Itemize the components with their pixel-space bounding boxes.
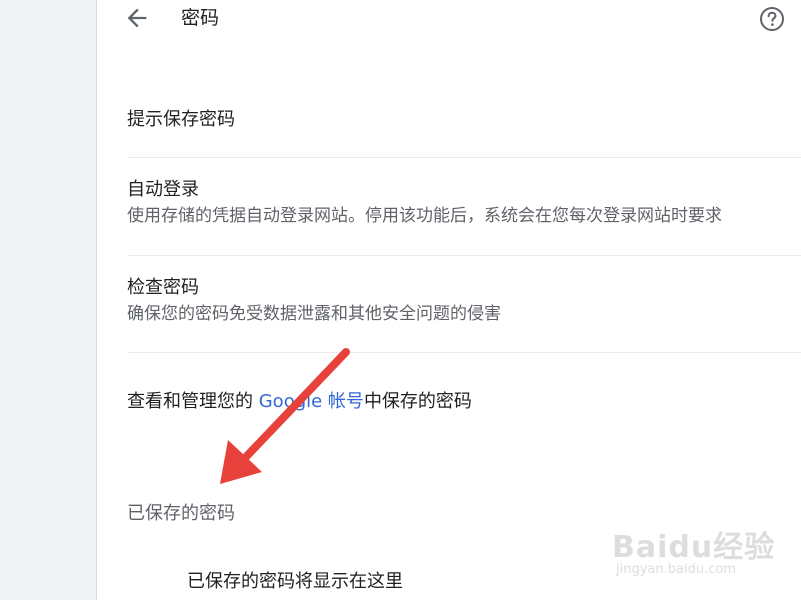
auto-signin-title: 自动登录 [127,179,199,200]
baidu-watermark: Baidu经验 jingyan.baidu.com [612,514,776,584]
manage-suffix: 中保存的密码 [363,391,472,412]
offer-to-save-title: 提示保存密码 [127,109,235,130]
manage-passwords-text: 查看和管理您的 Google 帐号中保存的密码 [127,388,472,416]
back-button[interactable] [123,4,151,32]
help-circle-icon [760,7,784,31]
page-header: 密码 [97,0,801,40]
manage-prefix: 查看和管理您的 [127,391,259,412]
arrow-left-icon [127,8,147,28]
auto-signin-description: 使用存储的凭据自动登录网站。停用该功能后，系统会在您每次登录网站时要求 [127,206,722,226]
check-passwords-title: 检查密码 [127,277,199,298]
check-passwords-row[interactable]: 检查密码 确保您的密码免受数据泄露和其他安全问题的侵害 [127,256,801,353]
check-passwords-description: 确保您的密码免受数据泄露和其他安全问题的侵害 [127,304,501,324]
watermark-logo: Baidu经验 [612,530,776,565]
google-account-link[interactable]: Google 帐号 [259,391,364,412]
saved-passwords-empty-message: 已保存的密码将显示在这里 [187,571,403,592]
left-gutter [0,0,96,600]
saved-passwords-heading: 已保存的密码 [127,503,235,524]
watermark-url: jingyan.baidu.com [616,562,736,577]
offer-to-save-row[interactable]: 提示保存密码 [127,100,801,158]
help-button[interactable] [759,6,785,32]
auto-signin-row[interactable]: 自动登录 使用存储的凭据自动登录网站。停用该功能后，系统会在您每次登录网站时要求 [127,158,801,256]
passwords-settings-card: 密码 提示保存密码 自动登录 使用存储的凭据自动登录网站。停用该功能后，系统会在… [96,0,801,600]
page-title: 密码 [181,7,220,29]
